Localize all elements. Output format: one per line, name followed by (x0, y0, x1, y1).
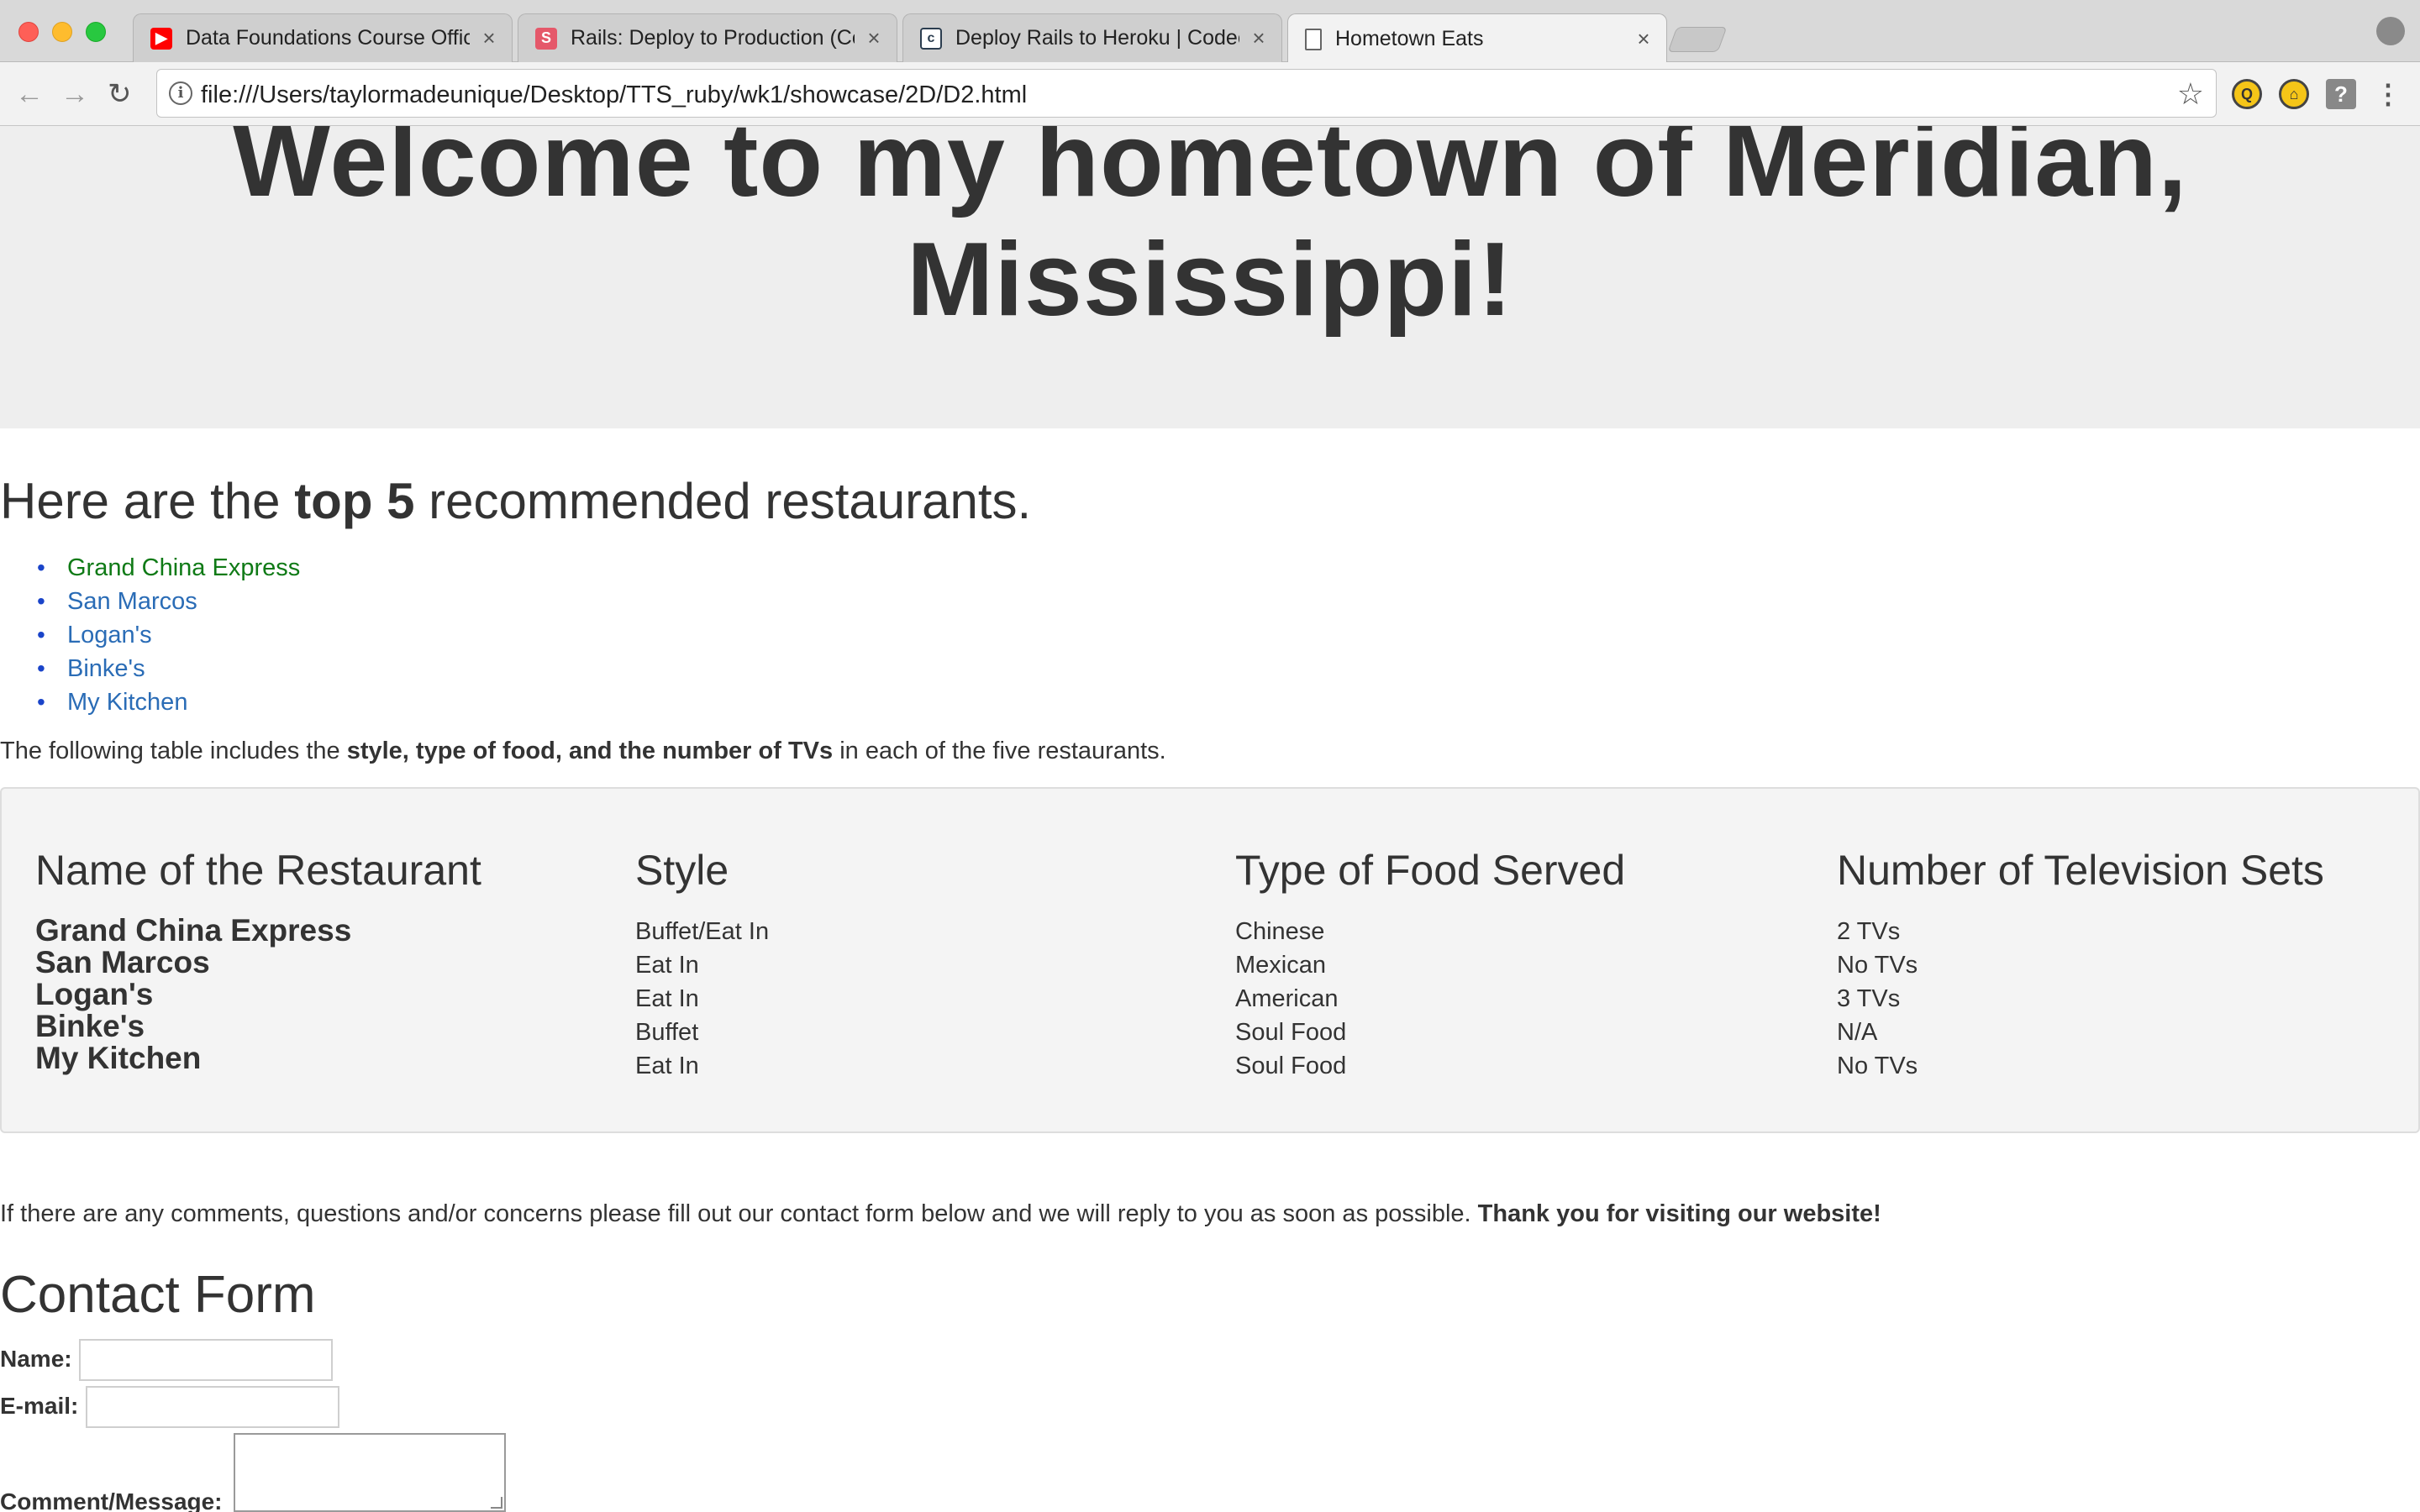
resize-handle-icon[interactable] (491, 1497, 502, 1509)
table-intro: The following table includes the style, … (0, 738, 1166, 765)
contact-form-title: Contact Form (0, 1266, 316, 1324)
table-cell: N/A (1837, 1019, 1878, 1046)
back-arrow-icon[interactable]: ← (15, 79, 44, 109)
hero-banner: Welcome to my hometown of Meridian, Miss… (0, 126, 2420, 428)
info-icon[interactable]: i (169, 81, 192, 105)
list-item: My Kitchen (37, 685, 300, 719)
restaurant-link[interactable]: Binke's (67, 655, 145, 682)
page-icon (1305, 28, 1322, 50)
close-tab-icon[interactable]: × (1248, 25, 1270, 51)
message-textarea[interactable] (234, 1433, 506, 1512)
reload-icon[interactable]: ↻ (108, 79, 132, 109)
table-cell: 3 TVs (1837, 985, 1901, 1012)
table-cell: No TVs (1837, 952, 1918, 979)
browser-tab-hometown-eats[interactable]: Hometown Eats × (1287, 13, 1667, 64)
list-item: Logan's (37, 618, 300, 652)
table-cell: Binke's (35, 1009, 145, 1043)
address-bar[interactable]: i file:///Users/taylormadeunique/Desktop… (156, 69, 2217, 118)
restaurant-link[interactable]: My Kitchen (67, 689, 187, 716)
restaurant-link[interactable]: San Marcos (67, 588, 197, 615)
minimize-window-button[interactable] (52, 22, 72, 42)
restaurant-table: Name of the Restaurant Grand China Expre… (0, 787, 2420, 1133)
browser-tab-codecademy[interactable]: c Deploy Rails to Heroku | Codec × (902, 13, 1282, 62)
email-field[interactable] (86, 1386, 339, 1428)
table-cell: Buffet/Eat In (635, 918, 770, 945)
list-item: Grand China Express (37, 551, 300, 585)
thank-you-text: Thank you for visiting our website! (1477, 1200, 1881, 1227)
table-cell: Eat In (635, 1053, 699, 1079)
email-label: E-mail: (0, 1393, 79, 1419)
tab-title: Data Foundations Course Offic (186, 26, 470, 50)
table-cell: Logan's (35, 977, 154, 1011)
browser-toolbar: ← → ↻ i file:///Users/taylormadeunique/D… (0, 62, 2420, 126)
close-tab-icon[interactable]: × (478, 25, 500, 51)
s-icon: S (535, 27, 557, 50)
table-cell: Buffet (635, 1019, 699, 1046)
help-extension-icon[interactable]: ? (2326, 79, 2356, 109)
table-cell: Soul Food (1235, 1053, 1347, 1079)
restaurant-list: Grand China Express San Marcos Logan's B… (37, 551, 300, 719)
message-label: Comment/Message: (0, 1488, 223, 1512)
table-cell: Chinese (1235, 918, 1325, 945)
column-header: Type of Food Served (1235, 847, 1626, 894)
table-cell: American (1235, 985, 1339, 1012)
table-cell: Eat In (635, 985, 699, 1012)
column-header: Number of Television Sets (1837, 847, 2324, 894)
browser-tab-youtube[interactable]: ▶ Data Foundations Course Offic × (133, 13, 513, 62)
browser-tab-rails-deploy[interactable]: S Rails: Deploy to Production (Co × (518, 13, 897, 62)
url-text: file:///Users/taylormadeunique/Desktop/T… (201, 81, 1028, 108)
column-header: Name of the Restaurant (35, 847, 481, 894)
profile-icon[interactable] (2376, 17, 2405, 45)
tab-title: Hometown Eats (1335, 27, 1484, 50)
menu-icon[interactable]: ⋮ (2373, 79, 2403, 109)
intro-suffix: in each of the five restaurants. (833, 738, 1166, 764)
close-tab-icon[interactable]: × (863, 25, 885, 51)
youtube-icon: ▶ (150, 27, 172, 50)
heading-prefix: Here are the (0, 473, 295, 529)
table-cell: San Marcos (35, 945, 210, 979)
table-cell: Grand China Express (35, 913, 352, 948)
hero-title: Welcome to my hometown of Meridian, Miss… (232, 126, 2188, 338)
column-header: Style (635, 847, 729, 894)
name-field[interactable] (79, 1339, 333, 1381)
intro-bold: style, type of food, and the number of T… (346, 738, 834, 764)
heading-suffix: recommended restaurants. (414, 473, 1032, 529)
bookmark-star-icon[interactable]: ☆ (2177, 76, 2204, 112)
list-item: San Marcos (37, 585, 300, 618)
forward-arrow-icon[interactable]: → (60, 79, 89, 109)
home-extension-icon[interactable]: ⌂ (2279, 79, 2309, 109)
name-label: Name: (0, 1346, 72, 1372)
table-cell: Mexican (1235, 952, 1326, 979)
restaurant-link[interactable]: Grand China Express (67, 554, 300, 581)
web-page: Welcome to my hometown of Meridian, Miss… (0, 126, 2420, 1512)
recommendations-heading: Here are the top 5 recommended restauran… (0, 472, 1031, 530)
tab-title: Rails: Deploy to Production (Co (571, 26, 855, 50)
maximize-window-button[interactable] (86, 22, 106, 42)
table-cell: My Kitchen (35, 1041, 202, 1075)
tab-title: Deploy Rails to Heroku | Codec (955, 26, 1239, 50)
list-item: Binke's (37, 652, 300, 685)
comments-paragraph: If there are any comments, questions and… (0, 1200, 1881, 1228)
restaurant-link[interactable]: Logan's (67, 622, 152, 648)
codecademy-icon: c (920, 27, 942, 50)
new-tab-button[interactable] (1667, 27, 1728, 52)
search-extension-icon[interactable]: Q (2232, 79, 2262, 109)
comments-text: If there are any comments, questions and… (0, 1200, 1478, 1227)
table-cell: Eat In (635, 952, 699, 979)
close-window-button[interactable] (18, 22, 39, 42)
close-tab-icon[interactable]: × (1633, 26, 1655, 52)
table-cell: No TVs (1837, 1053, 1918, 1079)
table-cell: Soul Food (1235, 1019, 1347, 1046)
heading-bold: top 5 (294, 473, 415, 529)
intro-prefix: The following table includes the (0, 738, 347, 764)
browser-titlebar: ▶ Data Foundations Course Offic × S Rail… (0, 0, 2420, 64)
table-cell: 2 TVs (1837, 918, 1901, 945)
